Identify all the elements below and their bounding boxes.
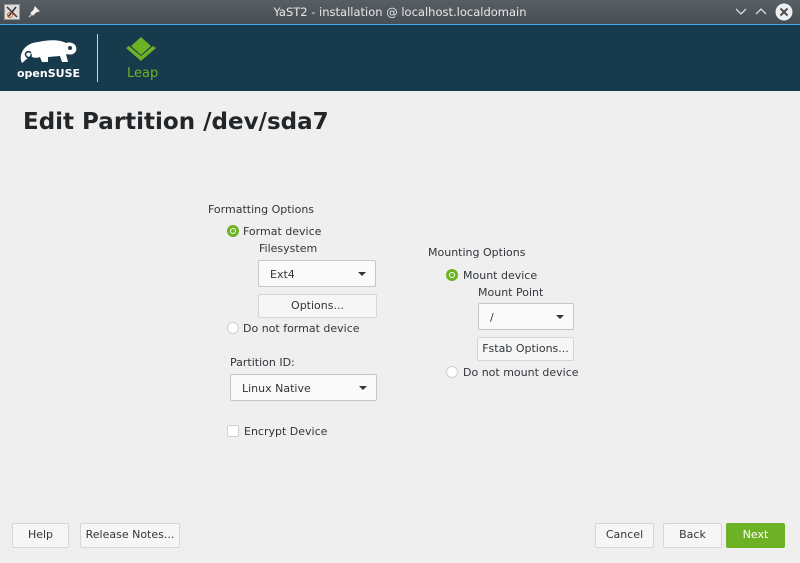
maximize-icon[interactable] [755, 7, 767, 15]
back-button[interactable]: Back [663, 523, 722, 548]
formatting-options-label: Formatting Options [208, 203, 315, 216]
opensuse-wordmark: openSUSE [17, 67, 81, 80]
do-not-format-label[interactable]: Do not format device [243, 322, 360, 335]
partition-id-combo[interactable]: Linux Native [230, 374, 377, 401]
do-not-mount-radio[interactable] [446, 366, 458, 378]
mount-point-combo[interactable]: / [478, 303, 574, 330]
chevron-down-icon [359, 386, 367, 390]
format-device-label[interactable]: Format device [243, 225, 321, 238]
do-not-mount-label[interactable]: Do not mount device [463, 366, 579, 379]
mounting-options-label: Mounting Options [428, 246, 526, 259]
minimize-icon[interactable] [735, 8, 747, 16]
leap-wordmark: Leap [127, 66, 159, 81]
window-titlebar: YaST2 - installation @ localhost.localdo… [0, 0, 800, 25]
mount-device-label[interactable]: Mount device [463, 269, 537, 282]
fstab-options-button[interactable]: Fstab Options... [477, 337, 574, 361]
next-button[interactable]: Next [726, 523, 785, 548]
encrypt-device-label[interactable]: Encrypt Device [244, 425, 327, 438]
window-title: YaST2 - installation @ localhost.localdo… [273, 5, 527, 19]
mount-point-label: Mount Point [478, 286, 544, 299]
encrypt-device-checkbox[interactable] [227, 425, 239, 437]
leap-logo-icon [126, 37, 156, 61]
release-notes-button[interactable]: Release Notes... [80, 523, 180, 548]
chevron-down-icon [556, 315, 564, 319]
mount-device-radio[interactable] [446, 269, 458, 281]
partition-id-value: Linux Native [242, 382, 311, 395]
page-title: Edit Partition /dev/sda7 [23, 109, 329, 135]
help-button[interactable]: Help [12, 523, 69, 548]
cancel-button[interactable]: Cancel [595, 523, 654, 548]
close-icon[interactable] [775, 3, 793, 21]
header-divider [97, 34, 98, 82]
filesystem-value: Ext4 [270, 268, 295, 281]
do-not-format-radio[interactable] [227, 322, 239, 334]
filesystem-combo[interactable]: Ext4 [258, 260, 376, 287]
format-device-radio[interactable] [227, 225, 239, 237]
opensuse-chameleon-logo [20, 40, 77, 63]
chevron-down-icon [358, 272, 366, 276]
options-button[interactable]: Options... [258, 294, 377, 318]
filesystem-label: Filesystem [259, 242, 318, 255]
branding-header: openSUSE Leap [0, 25, 800, 91]
partition-id-label: Partition ID: [230, 356, 295, 369]
mount-point-value: / [490, 311, 494, 324]
